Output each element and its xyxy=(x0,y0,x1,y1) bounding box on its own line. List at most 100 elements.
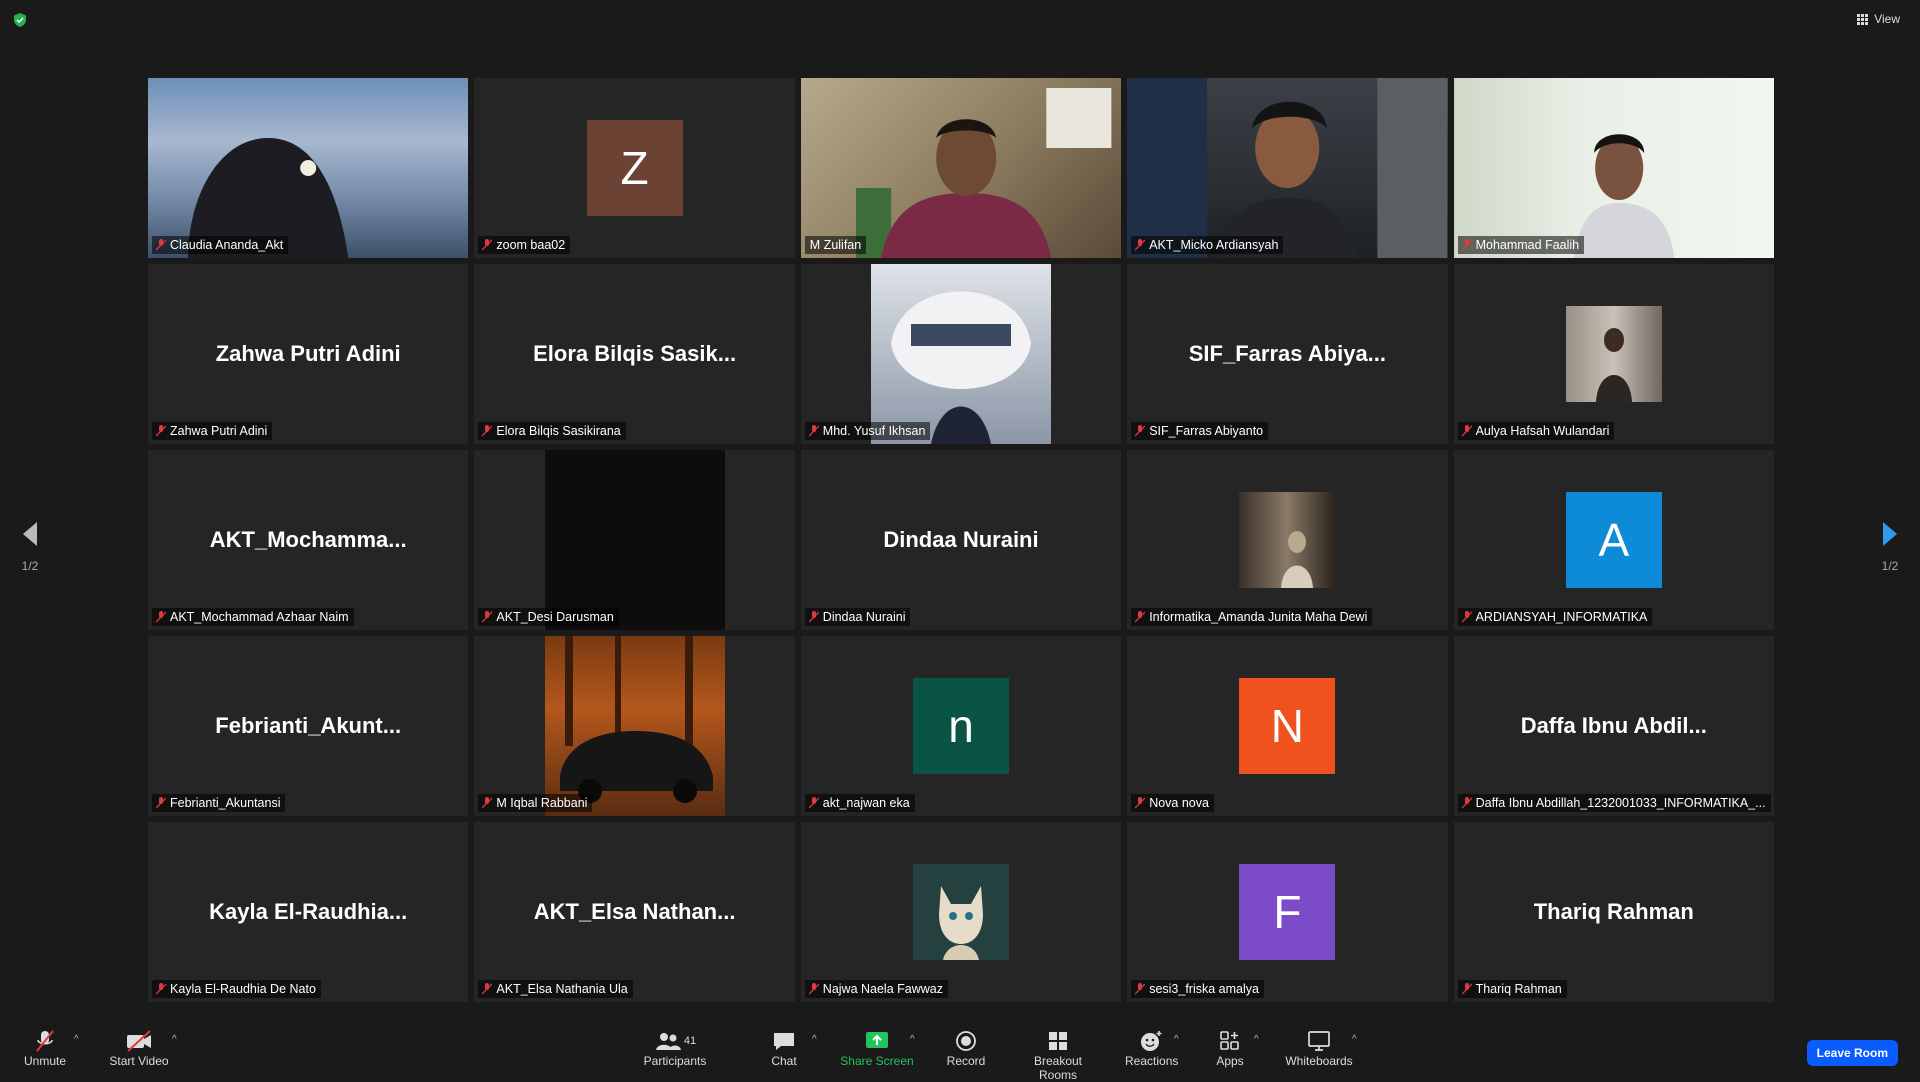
participant-tile[interactable]: Kayla El-Raudhia... Kayla El-Raudhia De … xyxy=(148,822,469,1002)
participant-tile[interactable]: A ARDIANSYAH_INFORMATIKA xyxy=(1453,450,1774,630)
apps-options-caret[interactable]: ^ xyxy=(1254,1034,1259,1045)
participant-tile[interactable]: F sesi3_friska amalya xyxy=(1127,822,1448,1002)
security-shield-icon[interactable] xyxy=(12,12,28,28)
participant-tile[interactable]: AKT_Elsa Nathan... AKT_Elsa Nathania Ula xyxy=(474,822,795,1002)
reactions-options-caret[interactable]: ^ xyxy=(1174,1034,1179,1045)
view-button[interactable]: View xyxy=(1857,12,1900,26)
leave-room-button[interactable]: Leave Room xyxy=(1806,1040,1898,1066)
meeting-toolbar: Unmute ^ Start Video ^ 41 Participants C… xyxy=(0,1020,1920,1082)
participant-tile[interactable]: Elora Bilqis Sasik... Elora Bilqis Sasik… xyxy=(474,264,795,444)
participant-name-label: Nova nova xyxy=(1131,794,1214,812)
participant-display-name: Dindaa Nuraini xyxy=(883,527,1039,552)
audio-options-caret[interactable]: ^ xyxy=(74,1034,79,1045)
apps-button[interactable]: Apps xyxy=(1212,1028,1248,1068)
reactions-button[interactable]: Reactions xyxy=(1125,1028,1179,1068)
participant-name-label: Aulya Hafsah Wulandari xyxy=(1457,422,1615,440)
participant-display-name: AKT_Mochamma... xyxy=(209,527,407,552)
profile-picture xyxy=(544,636,725,816)
muted-mic-icon xyxy=(156,239,166,251)
muted-mic-icon xyxy=(482,797,493,809)
muted-mic-icon xyxy=(156,983,166,995)
muted-microphone-icon xyxy=(36,1030,54,1052)
whiteboards-button[interactable]: Whiteboards xyxy=(1284,1028,1354,1068)
participant-tile[interactable]: Daffa Ibnu Abdil... Daffa Ibnu Abdillah_… xyxy=(1453,636,1774,816)
muted-mic-icon xyxy=(482,425,493,437)
participant-tile[interactable]: SIF_Farras Abiya... SIF_Farras Abiyanto xyxy=(1127,264,1448,444)
avatar: Z xyxy=(586,120,683,216)
muted-mic-icon xyxy=(1135,797,1146,809)
next-page-button[interactable]: 1/2 xyxy=(1860,520,1920,573)
unmute-label: Unmute xyxy=(23,1054,67,1068)
participant-display-name: SIF_Farras Abiya... xyxy=(1188,341,1387,366)
participants-icon xyxy=(655,1033,681,1050)
participant-tile[interactable]: Febrianti_Akunt... Febrianti_Akuntansi xyxy=(148,636,469,816)
participant-tile[interactable]: Mhd. Yusuf Ikhsan xyxy=(800,264,1122,444)
participant-tile[interactable]: Claudia Ananda_Akt xyxy=(148,78,469,258)
participant-name-label: Zahwa Putri Adini xyxy=(152,422,273,440)
participant-name-label: ARDIANSYAH_INFORMATIKA xyxy=(1457,608,1653,626)
participant-display-name: Elora Bilqis Sasik... xyxy=(533,341,737,366)
breakout-rooms-button[interactable]: Breakout Rooms xyxy=(1014,1028,1102,1082)
muted-mic-icon xyxy=(1461,797,1472,809)
participant-tile[interactable]: N Nova nova xyxy=(1127,636,1448,816)
whiteboards-options-caret[interactable]: ^ xyxy=(1352,1034,1357,1045)
participant-tile[interactable]: AKT_Desi Darusman xyxy=(474,450,795,630)
whiteboards-label: Whiteboards xyxy=(1285,1054,1353,1068)
participant-name-label: Elora Bilqis Sasikirana xyxy=(478,422,626,440)
participants-button[interactable]: 41 Participants xyxy=(640,1028,710,1068)
participant-name-label: M Zulifan xyxy=(804,236,867,254)
participant-tile[interactable]: Zahwa Putri Adini Zahwa Putri Adini xyxy=(148,264,469,444)
participant-display-name: AKT_Elsa Nathan... xyxy=(533,899,736,924)
participant-tile[interactable]: n akt_najwan eka xyxy=(800,636,1122,816)
participant-tile[interactable]: Najwa Naela Fawwaz xyxy=(800,822,1122,1002)
whiteboard-icon xyxy=(1308,1031,1330,1051)
participant-name-label: zoom baa02 xyxy=(478,236,571,254)
participant-tile[interactable]: Thariq Rahman Thariq Rahman xyxy=(1453,822,1774,1002)
gallery-grid: Claudia Ananda_Akt Z zoom baa02 M Zulifa… xyxy=(148,78,1774,1002)
start-video-label: Start Video xyxy=(109,1054,169,1068)
participant-name-label: Informatika_Amanda Junita Maha Dewi xyxy=(1131,608,1373,626)
participant-name-label: Dindaa Nuraini xyxy=(804,608,911,626)
previous-page-button[interactable]: 1/2 xyxy=(0,520,60,573)
participant-display-name: Daffa Ibnu Abdil... xyxy=(1520,713,1707,738)
participant-name-label: AKT_Mochammad Azhaar Naim xyxy=(152,608,354,626)
share-screen-button[interactable]: Share Screen xyxy=(840,1028,914,1068)
participant-tile[interactable]: Dindaa Nuraini Dindaa Nuraini xyxy=(800,450,1122,630)
reactions-label: Reactions xyxy=(1125,1054,1179,1068)
share-options-caret[interactable]: ^ xyxy=(910,1034,915,1045)
participant-name-label: Febrianti_Akuntansi xyxy=(152,794,286,812)
breakout-rooms-icon xyxy=(1049,1032,1067,1050)
participant-tile[interactable]: AKT_Mochamma... AKT_Mochammad Azhaar Nai… xyxy=(148,450,469,630)
participant-name-label: AKT_Desi Darusman xyxy=(478,608,619,626)
chat-button[interactable]: Chat xyxy=(768,1028,800,1068)
record-button[interactable]: Record xyxy=(946,1028,986,1068)
share-screen-label: Share Screen xyxy=(840,1054,914,1068)
participant-tile[interactable]: Mohammad Faalih xyxy=(1453,78,1774,258)
page-indicator-left: 1/2 xyxy=(21,559,39,573)
muted-mic-icon xyxy=(482,983,493,995)
muted-mic-icon xyxy=(156,425,166,437)
start-video-button[interactable]: Start Video xyxy=(106,1028,172,1068)
participant-tile-active-speaker[interactable]: M Zulifan xyxy=(800,78,1122,258)
participant-name-label: M Iqbal Rabbani xyxy=(478,794,593,812)
view-label: View xyxy=(1874,12,1900,26)
video-feed xyxy=(148,78,469,258)
chat-bubble-icon xyxy=(774,1033,794,1050)
unmute-button[interactable]: Unmute xyxy=(20,1028,70,1068)
participant-tile[interactable]: AKT_Micko Ardiansyah xyxy=(1127,78,1448,258)
muted-mic-icon xyxy=(1135,425,1146,437)
video-options-caret[interactable]: ^ xyxy=(172,1034,177,1045)
muted-mic-icon xyxy=(156,797,166,809)
participant-name-label: Claudia Ananda_Akt xyxy=(152,236,289,254)
record-icon xyxy=(956,1031,976,1051)
chat-options-caret[interactable]: ^ xyxy=(812,1034,817,1045)
participant-name-label: Najwa Naela Fawwaz xyxy=(804,980,948,998)
participant-tile[interactable]: M Iqbal Rabbani xyxy=(474,636,795,816)
apps-icon xyxy=(1220,1031,1239,1050)
participant-tile[interactable]: Aulya Hafsah Wulandari xyxy=(1453,264,1774,444)
participant-tile[interactable]: Z zoom baa02 xyxy=(474,78,795,258)
participant-tile[interactable]: Informatika_Amanda Junita Maha Dewi xyxy=(1127,450,1448,630)
participant-display-name: Febrianti_Akunt... xyxy=(215,713,402,738)
participant-display-name: Zahwa Putri Adini xyxy=(215,341,401,366)
muted-mic-icon xyxy=(1135,611,1146,623)
